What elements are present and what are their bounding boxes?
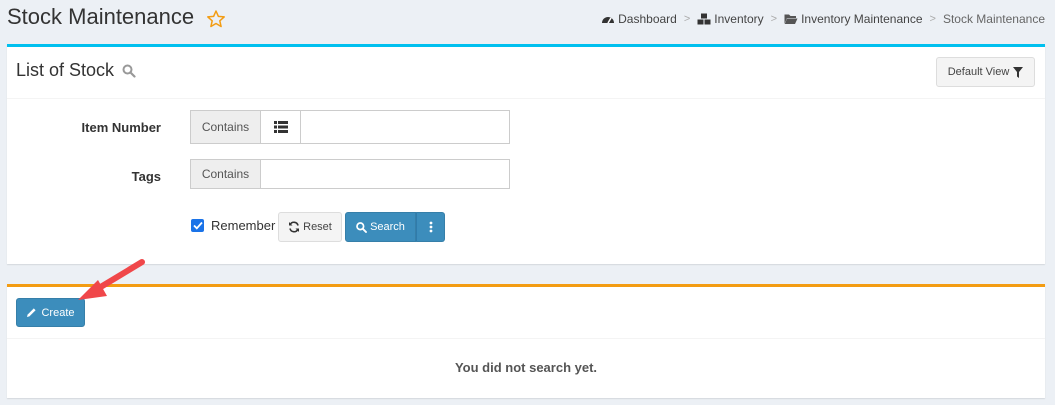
remember-label: Remember <box>211 218 276 233</box>
annotation-arrow-icon <box>78 259 145 300</box>
create-label: Create <box>41 306 75 319</box>
reset-button[interactable]: Reset <box>278 212 342 242</box>
results-panel: Create You did not search yet. <box>7 284 1045 398</box>
list-icon <box>273 121 288 133</box>
results-divider <box>7 338 1045 339</box>
remember-option: Remember <box>191 218 275 233</box>
ellipsis-vertical-icon <box>429 221 432 233</box>
refresh-icon <box>289 221 300 233</box>
page-title: Stock Maintenance <box>7 4 195 29</box>
favorite-star-icon[interactable] <box>206 9 226 29</box>
remember-checkbox[interactable] <box>191 219 204 232</box>
item-number-input-group: Contains <box>190 110 510 144</box>
reset-label: Reset <box>303 221 332 233</box>
search-icon <box>356 221 368 233</box>
breadcrumb: Dashboard > Inventory > Inventory Mainte… <box>601 12 1045 26</box>
search-panel-title: List of Stock <box>16 60 136 81</box>
check-icon <box>192 221 203 230</box>
tags-operator[interactable]: Contains <box>190 159 261 189</box>
filter-icon <box>1013 66 1024 78</box>
pencil-icon <box>27 308 37 317</box>
breadcrumb-inventory[interactable]: Inventory <box>697 12 764 26</box>
panel-title-text: List of Stock <box>16 60 115 80</box>
breadcrumb-label: Inventory Maintenance <box>801 12 923 26</box>
search-icon[interactable] <box>122 64 136 78</box>
item-number-input[interactable] <box>301 110 510 144</box>
item-number-lookup-button[interactable] <box>261 110 301 144</box>
breadcrumb-label: Inventory <box>714 12 764 26</box>
search-panel-header: List of Stock Default View <box>7 47 1045 99</box>
tags-input-group: Contains <box>190 159 510 189</box>
page-header: Stock Maintenance Dashboard > Inventory … <box>0 0 1055 40</box>
empty-results-message: You did not search yet. <box>454 360 598 375</box>
default-view-label: Default View <box>947 66 1010 78</box>
breadcrumb-separator: > <box>770 13 778 25</box>
search-button[interactable]: Search <box>345 212 416 242</box>
search-label: Search <box>370 221 405 233</box>
breadcrumb-separator: > <box>683 13 691 25</box>
search-panel: List of Stock Default View Item Number C… <box>7 44 1045 264</box>
cubes-icon <box>697 13 711 25</box>
default-view-button[interactable]: Default View <box>936 57 1035 87</box>
tags-input[interactable] <box>261 159 510 189</box>
breadcrumb-dashboard[interactable]: Dashboard <box>601 12 677 26</box>
tags-label: Tags <box>131 169 161 184</box>
breadcrumb-label: Stock Maintenance <box>942 12 1045 26</box>
more-options-button[interactable] <box>416 212 445 242</box>
breadcrumb-separator: > <box>929 13 936 25</box>
breadcrumb-label: Dashboard <box>618 12 677 26</box>
breadcrumb-inventory-maintenance[interactable]: Inventory Maintenance <box>784 12 923 26</box>
folder-open-icon <box>784 14 798 24</box>
breadcrumb-stock-maintenance: Stock Maintenance <box>943 12 1045 26</box>
dashboard-icon <box>602 17 615 24</box>
item-number-operator[interactable]: Contains <box>190 110 261 144</box>
item-number-label: Item Number <box>81 120 161 135</box>
